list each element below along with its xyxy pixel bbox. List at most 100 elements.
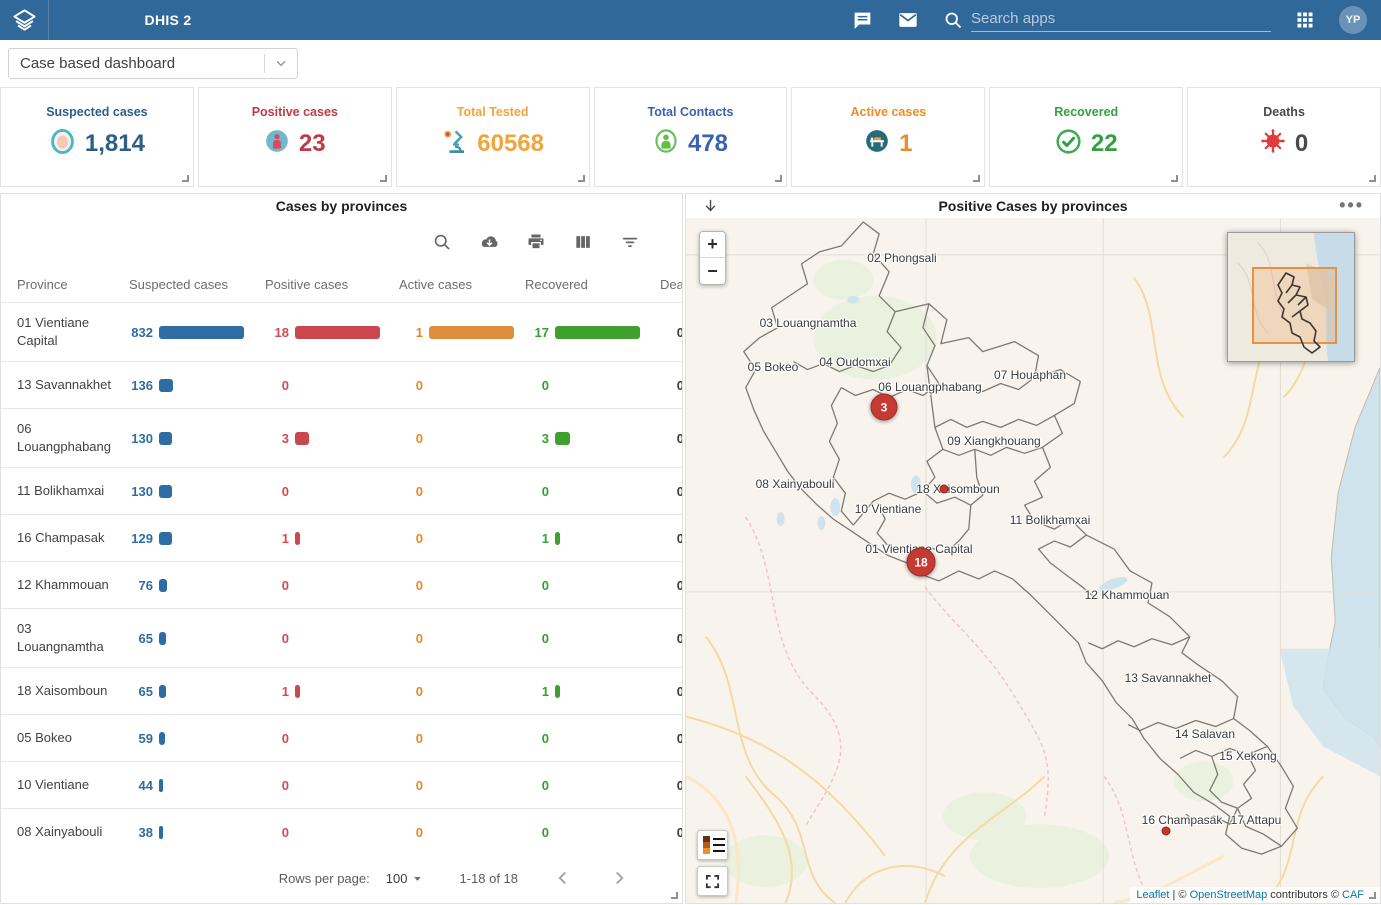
openstreetmap-link[interactable]: OpenStreetMap xyxy=(1190,889,1268,901)
recovered-cell: 1 xyxy=(525,531,660,546)
more-options-icon[interactable]: ••• xyxy=(1339,194,1364,216)
resize-handle[interactable] xyxy=(182,175,189,182)
resize-handle[interactable] xyxy=(380,175,387,182)
value-bar xyxy=(159,779,163,792)
user-avatar[interactable]: YP xyxy=(1339,6,1367,34)
resize-handle[interactable] xyxy=(671,892,678,899)
positive-cell: 0 xyxy=(265,378,399,393)
province-label: 16 Champasak xyxy=(1142,813,1223,827)
download-icon[interactable] xyxy=(479,232,499,252)
table-row: 12 Khammouan760000 xyxy=(1,561,682,608)
province-label: 15 Xekong xyxy=(1219,749,1276,763)
province-cell: 13 Savannakhet xyxy=(17,376,129,394)
deaths-cell: 0 xyxy=(660,378,683,393)
rows-per-page-select[interactable]: 100 xyxy=(386,871,424,886)
card-label: Suspected cases xyxy=(1,105,193,119)
download-arrow-icon[interactable] xyxy=(702,197,719,217)
recovered-cell: 0 xyxy=(525,378,660,393)
value-bar xyxy=(159,532,172,545)
leaflet-link[interactable]: Leaflet xyxy=(1136,889,1169,901)
deaths-cell: 0 xyxy=(660,325,683,340)
recovered-cell: 17 xyxy=(525,325,660,340)
case-point-marker[interactable] xyxy=(1162,827,1171,836)
province-cell: 05 Bokeo xyxy=(17,729,129,747)
map-legend-button[interactable] xyxy=(697,830,728,860)
person-red-icon xyxy=(264,128,290,159)
dashboard-select[interactable]: Case based dashboard xyxy=(8,48,298,79)
case-cluster-marker[interactable]: 3 xyxy=(871,394,898,421)
previous-page-button[interactable] xyxy=(552,867,574,889)
deaths-cell: 0 xyxy=(660,825,683,840)
deaths-cell: 0 xyxy=(660,578,683,593)
card-label: Total Tested xyxy=(397,105,589,119)
province-cell: 18 Xaisomboun xyxy=(17,682,129,700)
deaths-cell: 0 xyxy=(660,431,683,446)
suspected-cell: 136 xyxy=(129,378,265,393)
mail-icon[interactable] xyxy=(897,9,919,31)
province-cell: 12 Khammouan xyxy=(17,576,129,594)
next-page-button[interactable] xyxy=(608,867,630,889)
province-label: 08 Xainyabouli xyxy=(756,477,835,491)
map-canvas[interactable]: 02 Phongsali03 Louangnamtha04 Oudomxai05… xyxy=(686,218,1380,903)
fullscreen-button[interactable] xyxy=(697,866,728,896)
active-cell: 0 xyxy=(399,778,525,793)
table-body: 01 Vientiane Capital832181170 13 Savannak… xyxy=(1,302,682,855)
apps-grid-icon[interactable] xyxy=(1295,10,1315,30)
active-cell: 0 xyxy=(399,578,525,593)
table-search-icon[interactable] xyxy=(432,232,452,252)
stat-cards-row: Suspected cases1,814Positive cases23 Tota… xyxy=(0,87,1381,187)
resize-handle[interactable] xyxy=(775,175,782,182)
stat-card: Suspected cases1,814 xyxy=(0,87,194,187)
suspected-cell: 65 xyxy=(129,684,265,699)
deaths-cell: 0 xyxy=(660,778,683,793)
card-value: 0 xyxy=(1295,130,1308,158)
column-header: Province xyxy=(17,277,129,292)
table-row: 10 Vientiane440000 xyxy=(1,761,682,808)
rows-per-page-label: Rows per page: xyxy=(279,871,370,886)
print-icon[interactable] xyxy=(526,232,546,252)
active-cell: 0 xyxy=(399,684,525,699)
columns-icon[interactable] xyxy=(573,232,593,252)
deaths-cell: 0 xyxy=(660,631,683,646)
province-label: 11 Bolikhamxai xyxy=(1010,513,1090,527)
table-row: 18 Xaisomboun651010 xyxy=(1,667,682,714)
value-bar xyxy=(159,432,172,445)
filter-icon[interactable] xyxy=(620,232,640,252)
value-bar xyxy=(159,485,172,498)
app-title: DHIS 2 xyxy=(108,12,228,28)
resize-handle[interactable] xyxy=(1369,892,1376,899)
case-cluster-marker[interactable]: 18 xyxy=(907,548,936,577)
recovered-cell: 0 xyxy=(525,825,660,840)
value-bar xyxy=(159,579,167,592)
dhis2-logo-icon[interactable] xyxy=(0,0,49,40)
table-panel-title: Cases by provinces xyxy=(276,198,408,214)
zoom-in-button[interactable]: + xyxy=(700,232,725,258)
recovered-cell: 1 xyxy=(525,684,660,699)
positive-cell: 0 xyxy=(265,731,399,746)
active-cell: 0 xyxy=(399,378,525,393)
map-panel-title: Positive Cases by provinces xyxy=(938,198,1127,214)
positive-cell: 3 xyxy=(265,431,399,446)
overview-inset-map[interactable] xyxy=(1227,232,1355,362)
case-point-marker[interactable] xyxy=(940,485,949,494)
chevron-down-icon[interactable] xyxy=(265,55,297,71)
table-row: 01 Vientiane Capital832181170 xyxy=(1,302,682,361)
active-cell: 0 xyxy=(399,731,525,746)
active-cell: 0 xyxy=(399,484,525,499)
search-apps-input[interactable] xyxy=(971,8,1271,32)
table-row: 08 Xainyabouli380000 xyxy=(1,808,682,855)
resize-handle[interactable] xyxy=(578,175,585,182)
resize-handle[interactable] xyxy=(1171,175,1178,182)
suspected-cell: 65 xyxy=(129,631,265,646)
recovered-cell: 0 xyxy=(525,631,660,646)
table-toolbar xyxy=(1,218,682,266)
stat-card: Positive cases23 xyxy=(198,87,392,187)
province-cell: 06 Louangphabang xyxy=(17,420,129,456)
zoom-out-button[interactable]: − xyxy=(700,258,725,284)
resize-handle[interactable] xyxy=(973,175,980,182)
messages-icon[interactable] xyxy=(852,10,873,31)
caf-link[interactable]: CAF xyxy=(1342,889,1364,901)
resize-handle[interactable] xyxy=(1369,175,1376,182)
table-row: 16 Champasak1291010 xyxy=(1,514,682,561)
suspected-cell: 59 xyxy=(129,731,265,746)
